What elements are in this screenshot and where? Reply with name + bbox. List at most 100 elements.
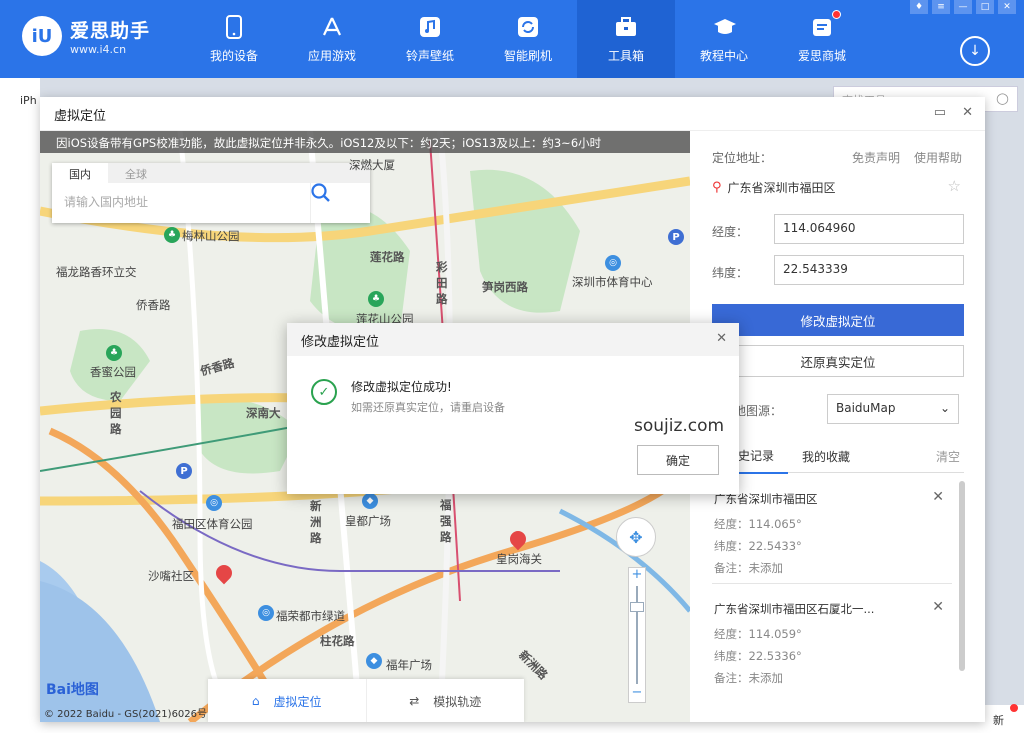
search-icon[interactable]: ○ <box>996 89 1009 107</box>
nav-tutorials[interactable]: 教程中心 <box>675 0 773 78</box>
success-modal: 修改虚拟定位 ✕ ✓ 修改虚拟定位成功! 如需还原真实定位，请重启设备 确定 <box>287 323 739 494</box>
divider <box>712 583 952 584</box>
zoom-track[interactable] <box>636 586 638 684</box>
map-label: 福荣都市绿道 <box>276 609 345 623</box>
history-title: 广东省深圳市福田区石厦北一... <box>714 602 875 616</box>
map-label: 深南大 <box>246 406 281 420</box>
nav-my-device[interactable]: 我的设备 <box>185 0 283 78</box>
map-label: 彩田路 <box>436 260 448 306</box>
tab-domestic[interactable]: 国内 <box>52 163 108 183</box>
map-label: 农园路 <box>110 390 122 436</box>
logo-url: www.i4.cn <box>70 43 127 56</box>
map-source-select[interactable]: BaiduMap ⌄ <box>827 394 959 424</box>
mall-icon: ◆ <box>366 653 382 669</box>
select-value: BaiduMap <box>836 401 896 415</box>
download-icon[interactable]: ↓ <box>960 36 990 66</box>
success-message: 修改虚拟定位成功! <box>351 380 452 394</box>
nav-apps[interactable]: 应用游戏 <box>283 0 381 78</box>
history-item[interactable]: 广东省深圳市福田区石厦北一... 经度：114.059° 纬度：22.5336°… <box>714 599 944 692</box>
mall-icon: ◆ <box>362 493 378 509</box>
clear-history-link[interactable]: 清空 <box>936 448 964 465</box>
zoom-out-icon[interactable]: − <box>629 686 645 702</box>
history-lng: 经度：114.065° <box>714 517 802 531</box>
latitude-label: 纬度： <box>712 266 749 280</box>
phone-icon <box>222 14 246 39</box>
park-icon: ♣ <box>106 345 122 361</box>
history-tabs: 历史记录 我的收藏 清空 <box>712 440 964 474</box>
route-icon: ⇄ <box>409 694 420 708</box>
history-lat: 纬度：22.5433° <box>714 539 802 553</box>
nav-label: 爱思商城 <box>797 48 846 63</box>
address-search-input[interactable]: 请输入国内地址 <box>64 193 148 210</box>
zoom-in-icon[interactable]: + <box>629 568 645 584</box>
success-hint: 如需还原真实定位，请重启设备 <box>351 401 505 414</box>
close-icon[interactable]: ✕ <box>998 0 1016 14</box>
menu-icon[interactable]: ≡ <box>932 0 950 14</box>
disclaimer-link[interactable]: 免责声明 <box>852 149 900 166</box>
parking-icon: P <box>176 463 192 479</box>
maximize-icon[interactable]: ▭ <box>934 105 946 120</box>
restore-location-button[interactable]: 还原真实定位 <box>712 345 964 377</box>
history-item[interactable]: 广东省深圳市福田区 经度：114.065° 纬度：22.5433° 备注：未添加… <box>714 489 944 582</box>
parking-icon: P <box>668 229 684 245</box>
maximize-icon[interactable]: □ <box>976 0 994 14</box>
nav-shop[interactable]: 爱思商城 <box>773 0 871 78</box>
park-icon: ♣ <box>164 227 180 243</box>
mode-tabs: ⌂ 虚拟定位 ⇄ 模拟轨迹 <box>208 679 524 722</box>
close-icon[interactable]: ✕ <box>962 105 973 120</box>
baidu-map-logo: Bai地图 <box>46 679 99 699</box>
minimize-icon[interactable]: — <box>954 0 972 14</box>
watermark: soujiz.com <box>634 416 725 436</box>
close-icon[interactable]: ✕ <box>932 489 944 505</box>
nav-label: 应用游戏 <box>307 48 356 63</box>
baidu-logo-text: Bai <box>46 682 71 698</box>
nav-flash[interactable]: 智能刷机 <box>479 0 577 78</box>
address-text: 广东省深圳市福田区 <box>727 181 836 195</box>
nav-label: 铃声壁纸 <box>405 48 454 63</box>
tab-simulate-track[interactable]: ⇄ 模拟轨迹 <box>367 679 525 722</box>
nav-toolbox[interactable]: 工具箱 <box>577 0 675 78</box>
location-address-label: 定位地址： <box>712 151 773 165</box>
map-label: 香蜜公园 <box>90 365 136 379</box>
history-note: 备注：未添加 <box>714 671 783 685</box>
map-zoom-control: ✥ + − <box>616 517 660 717</box>
window-title: 虚拟定位 <box>40 97 985 131</box>
shop-icon <box>810 15 834 39</box>
close-icon[interactable]: ✕ <box>716 331 727 346</box>
map-label: 福强路 <box>440 498 452 544</box>
tab-virtual-location[interactable]: ⌂ 虚拟定位 <box>208 679 367 722</box>
logo-name: 爱思助手 <box>70 20 151 42</box>
tab-favorites[interactable]: 我的收藏 <box>788 440 864 473</box>
background-sidebar <box>0 78 40 733</box>
window-controls: ♦ ≡ — □ ✕ <box>910 0 1016 14</box>
nav-label: 我的设备 <box>209 48 258 63</box>
map-search-box: 国内 全球 请输入国内地址 <box>52 163 370 223</box>
top-bar: iU 爱思助手 www.i4.cn 我的设备 应用游戏 铃声壁纸 智能刷机 工具… <box>0 0 1024 78</box>
shirt-icon[interactable]: ♦ <box>910 0 928 14</box>
map-label: 莲花路 <box>370 250 405 264</box>
help-link[interactable]: 使用帮助 <box>914 149 962 166</box>
close-icon[interactable]: ✕ <box>932 599 944 615</box>
notification-dot <box>1010 704 1018 712</box>
notification-dot <box>832 10 841 19</box>
modify-location-button[interactable]: 修改虚拟定位 <box>712 304 964 336</box>
longitude-input[interactable]: 114.064960 <box>774 214 964 244</box>
modal-title-text: 修改虚拟定位 <box>301 335 380 350</box>
longitude-label: 经度： <box>712 225 749 239</box>
ok-button[interactable]: 确定 <box>637 445 719 475</box>
zoom-slider-handle[interactable] <box>630 602 644 612</box>
map-label: 福年广场 <box>386 658 432 672</box>
nav-ringtones[interactable]: 铃声壁纸 <box>381 0 479 78</box>
app-logo: iU 爱思助手 www.i4.cn <box>22 16 150 56</box>
app-store-icon <box>320 15 344 39</box>
map-label: 福龙路香环立交 <box>56 265 137 279</box>
history-scrollbar[interactable] <box>959 481 965 671</box>
pan-arrows-icon[interactable]: ✥ <box>616 517 656 557</box>
latitude-input[interactable]: 22.543339 <box>774 255 964 285</box>
search-icon[interactable] <box>310 183 370 223</box>
tab-global[interactable]: 全球 <box>108 163 164 183</box>
map-label: 柱花路 <box>320 634 355 648</box>
nav-label: 智能刷机 <box>503 48 552 63</box>
favorite-star-icon[interactable]: ☆ <box>948 177 961 195</box>
map-copyright: © 2022 Baidu - GS(2021)6026号 <box>44 709 208 720</box>
